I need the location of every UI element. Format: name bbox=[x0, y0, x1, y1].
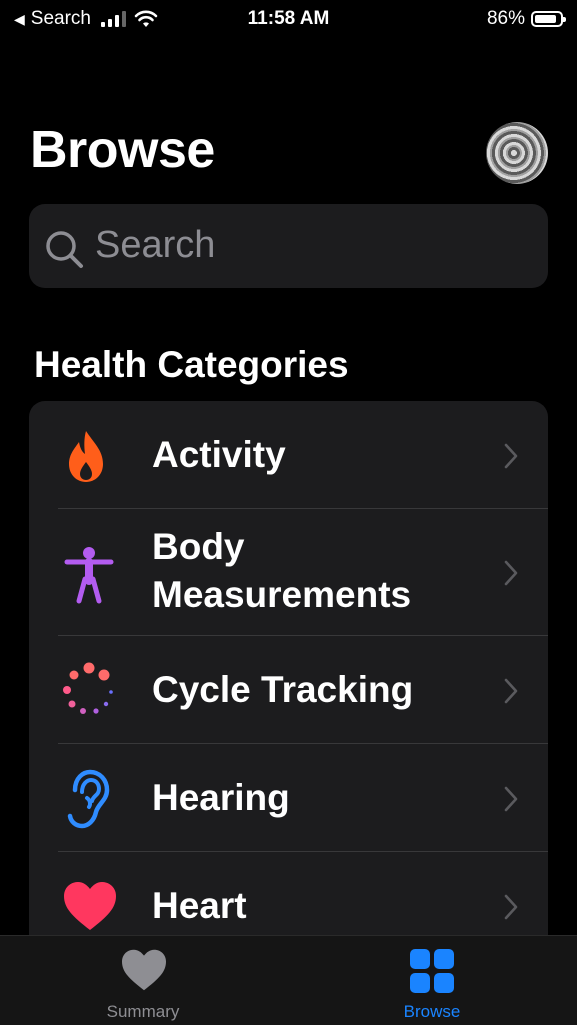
tab-label: Summary bbox=[106, 1002, 180, 1021]
search-icon bbox=[46, 231, 83, 268]
category-label: Cycle Tracking bbox=[152, 669, 414, 710]
categories-list: Activity Body Measurements Cycle Trackin… bbox=[29, 401, 548, 961]
page-title: Browse bbox=[30, 121, 215, 179]
cycle-dots-icon bbox=[63, 662, 113, 714]
tab-bar: Summary Browse bbox=[0, 935, 577, 1025]
ear-icon bbox=[67, 769, 110, 829]
battery-status: 86% bbox=[486, 8, 566, 30]
category-label: Hearing bbox=[152, 777, 290, 818]
tab-summary[interactable]: Summary bbox=[88, 936, 198, 1025]
search-placeholder: Search bbox=[95, 224, 216, 266]
category-row-hearing[interactable]: Hearing bbox=[29, 744, 548, 851]
category-row-cycle-tracking[interactable]: Cycle Tracking bbox=[29, 636, 548, 743]
status-bar: ◀ Search 11:58 AM 86% bbox=[0, 0, 577, 38]
chevron-right-icon bbox=[504, 560, 518, 586]
heart-icon bbox=[64, 882, 116, 930]
heart-icon bbox=[122, 949, 166, 991]
section-title: Health Categories bbox=[34, 344, 349, 385]
grid-icon bbox=[410, 949, 454, 993]
tab-browse[interactable]: Browse bbox=[380, 936, 484, 1025]
category-row-body-measurements[interactable]: Body Measurements bbox=[29, 509, 548, 635]
search-field[interactable]: Search bbox=[29, 204, 548, 288]
battery-percent: 86% bbox=[486, 8, 525, 29]
category-label-line2: Measurements bbox=[152, 574, 412, 615]
category-label-line1: Body bbox=[152, 526, 245, 567]
category-row-activity[interactable]: Activity bbox=[29, 401, 548, 508]
chevron-right-icon bbox=[504, 443, 518, 469]
chevron-right-icon bbox=[504, 786, 518, 812]
body-figure-icon bbox=[64, 547, 114, 604]
avatar[interactable] bbox=[486, 122, 548, 184]
chevron-right-icon bbox=[504, 894, 518, 920]
tab-label: Browse bbox=[403, 1002, 461, 1021]
category-label: Activity bbox=[152, 434, 286, 475]
flame-icon bbox=[69, 431, 103, 482]
chevron-right-icon bbox=[504, 678, 518, 704]
battery-icon bbox=[531, 11, 566, 27]
category-label: Heart bbox=[152, 885, 247, 926]
